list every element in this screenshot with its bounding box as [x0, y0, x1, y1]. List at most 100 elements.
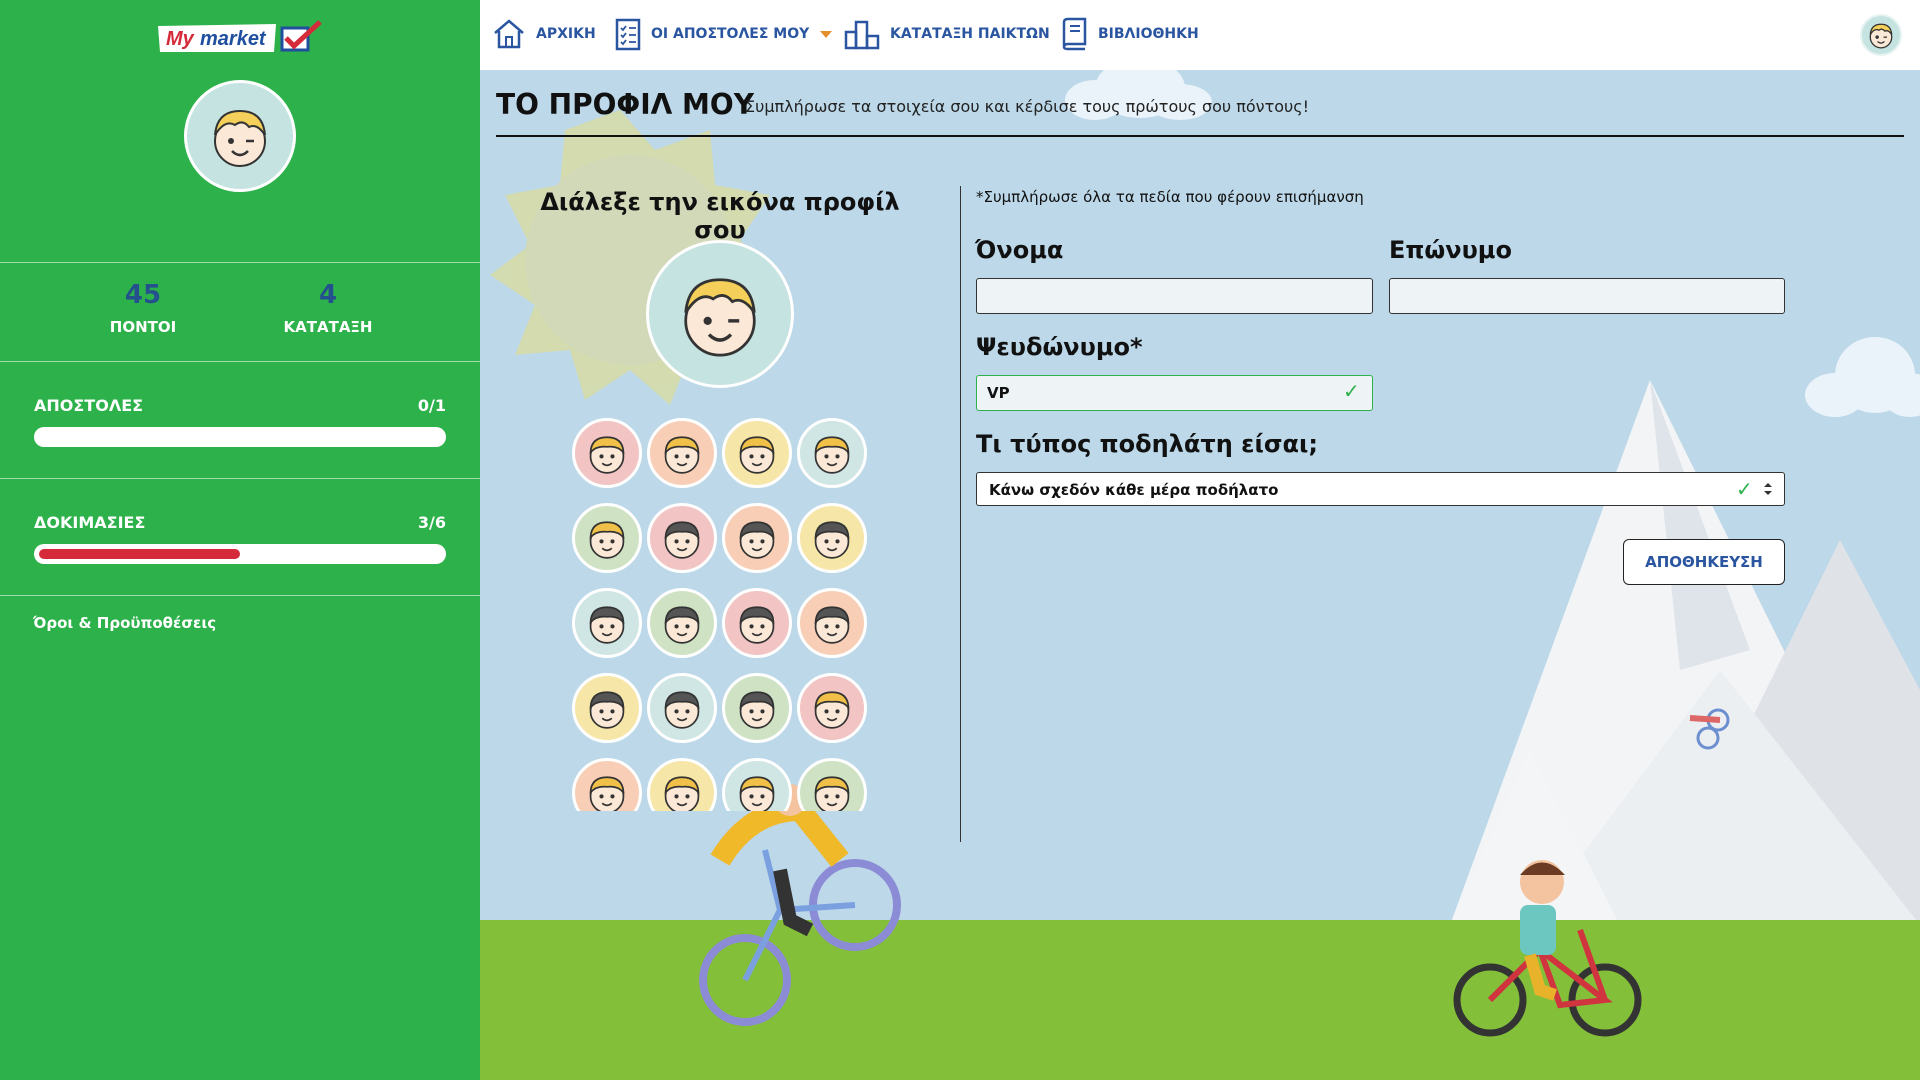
nav-library[interactable]: ΒΙΒΛΙΟΘΗΚΗ: [1060, 14, 1199, 54]
top-navigation: ΑΡΧΙΚΗ ΟΙ ΑΠΟΣΤΟΛΕΣ ΜΟΥ ΚΑΤΑΤΑΞΗ ΠΑΙΚΤΩΝ…: [480, 0, 1920, 70]
avatar-face-icon: [739, 606, 775, 644]
divider: [0, 595, 480, 596]
missions-progress-label: ΑΠΟΣΤΟΛΕΣ: [34, 396, 144, 415]
avatar-face-icon: [664, 776, 700, 811]
avatar-option[interactable]: [572, 418, 642, 488]
terms-link[interactable]: Όροι & Προϋποθέσεις: [33, 614, 216, 632]
avatar-option[interactable]: [647, 418, 717, 488]
divider: [0, 361, 480, 362]
title-divider: [496, 135, 1904, 137]
caret-down-icon: [820, 31, 833, 38]
avatar-face-icon: [739, 691, 775, 729]
avatar-option[interactable]: [572, 758, 642, 811]
book-icon: [1062, 17, 1087, 51]
home-icon: [494, 19, 524, 49]
missions-progress-bar: [34, 427, 446, 447]
avatar-face-icon: [814, 436, 850, 474]
avatar-option[interactable]: [722, 758, 792, 811]
avatar-option[interactable]: [797, 503, 867, 573]
avatar-option[interactable]: [722, 503, 792, 573]
svg-text:My: My: [166, 28, 195, 50]
selected-avatar: [646, 240, 794, 388]
nav-home-label: ΑΡΧΙΚΗ: [536, 26, 596, 42]
tests-progress-value: 3/6: [417, 513, 446, 532]
avatar-face-icon: [814, 521, 850, 559]
last-name-label: Επώνυμο: [1389, 236, 1512, 264]
cyclist-type-selected-value: Κάνω σχεδόν κάθε μέρα ποδήλατο: [989, 481, 1279, 499]
points-stat: 45 ΠΟΝΤΟΙ: [43, 280, 243, 336]
avatar-option[interactable]: [797, 758, 867, 811]
avatar-option[interactable]: [572, 588, 642, 658]
avatar-face-icon: [589, 521, 625, 559]
avatar-face-icon: [664, 691, 700, 729]
avatar-option[interactable]: [797, 673, 867, 743]
nav-library-label: ΒΙΒΛΙΟΘΗΚΗ: [1098, 26, 1199, 42]
rank-label: ΚΑΤΑΤΑΞΗ: [283, 318, 373, 336]
required-fields-note: *Συμπλήρωσε όλα τα πεδία που φέρουν επισ…: [976, 188, 1364, 206]
avatar-face-icon: [664, 521, 700, 559]
avatar-option[interactable]: [647, 758, 717, 811]
nav-missions[interactable]: ΟΙ ΑΠΟΣΤΟΛΕΣ ΜΟΥ: [615, 14, 833, 54]
avatar-option[interactable]: [572, 503, 642, 573]
avatar-face-icon: [589, 776, 625, 811]
avatar-grid: [572, 418, 872, 811]
avatar-option[interactable]: [647, 588, 717, 658]
first-name-input[interactable]: [976, 278, 1373, 314]
nickname-input[interactable]: [976, 375, 1373, 411]
user-avatar-button[interactable]: [1860, 14, 1902, 56]
avatar-face-icon: [814, 776, 850, 811]
sidebar: My market 45 ΠΟΝΤΟΙ 4 ΚΑΤΑΤΑΞΗ ΑΠΟΣΤΟΛΕΣ…: [0, 0, 480, 1080]
rank-stat: 4 ΚΑΤΑΤΑΞΗ: [228, 280, 428, 336]
svg-text:market: market: [200, 28, 267, 50]
mymarket-logo[interactable]: My market: [156, 18, 326, 56]
cyclist-type-label: Τι τύπος ποδηλάτη είσαι;: [976, 430, 1318, 458]
column-divider: [960, 186, 961, 842]
avatar-option[interactable]: [647, 503, 717, 573]
avatar-option[interactable]: [722, 673, 792, 743]
save-button[interactable]: ΑΠΟΘΗΚΕΥΣΗ: [1623, 539, 1785, 585]
avatar-face-icon: [814, 606, 850, 644]
avatar-face-icon: [589, 436, 625, 474]
missions-progress-value: 0/1: [417, 396, 446, 415]
avatar-option[interactable]: [797, 588, 867, 658]
tests-progress-fill: [39, 549, 240, 559]
podium-icon: [844, 20, 880, 50]
valid-check-icon: ✓: [1736, 477, 1753, 501]
nav-ranking-label: ΚΑΤΑΤΑΞΗ ΠΑΙΚΤΩΝ: [890, 26, 1050, 42]
nickname-label: Ψευδώνυμο*: [976, 333, 1143, 361]
cyclist-type-select[interactable]: Κάνω σχεδόν κάθε μέρα ποδήλατο: [976, 472, 1785, 506]
avatar-face-icon: [814, 691, 850, 729]
avatar-option[interactable]: [572, 673, 642, 743]
nav-missions-label: ΟΙ ΑΠΟΣΤΟΛΕΣ ΜΟΥ: [651, 26, 810, 42]
tests-progress-bar: [34, 544, 446, 564]
points-value: 45: [124, 280, 162, 310]
tests-progress-label: ΔΟΚΙΜΑΣΙΕΣ: [34, 513, 146, 532]
profile-avatar: [184, 80, 296, 192]
page-subtitle: Συμπλήρωσε τα στοιχεία σου και κέρδισε τ…: [745, 97, 1310, 116]
avatar-picker-title: Διάλεξε την εικόνα προφίλ σου: [540, 188, 900, 244]
avatar-face-icon: [664, 436, 700, 474]
points-label: ΠΟΝΤΟΙ: [109, 318, 177, 336]
checklist-icon: [615, 18, 641, 51]
first-name-label: Όνομα: [975, 236, 1064, 264]
last-name-input[interactable]: [1389, 278, 1785, 314]
avatar-option[interactable]: [797, 418, 867, 488]
avatar-face-icon: [1869, 23, 1893, 49]
valid-check-icon: ✓: [1343, 379, 1360, 403]
avatar-face-icon: [739, 776, 775, 811]
avatar-option[interactable]: [647, 673, 717, 743]
nav-home[interactable]: ΑΡΧΙΚΗ: [492, 14, 596, 54]
rank-value: 4: [318, 280, 338, 310]
tests-progress: ΔΟΚΙΜΑΣΙΕΣ 3/6: [34, 513, 446, 564]
avatar-face-icon: [589, 606, 625, 644]
avatar-option[interactable]: [722, 588, 792, 658]
avatar-face-icon: [739, 521, 775, 559]
page-title: ΤΟ ΠΡΟΦΙΛ ΜΟΥ: [496, 88, 754, 121]
missions-progress: ΑΠΟΣΤΟΛΕΣ 0/1: [34, 396, 446, 447]
nav-ranking[interactable]: ΚΑΤΑΤΑΞΗ ΠΑΙΚΤΩΝ: [844, 14, 1050, 54]
divider: [0, 478, 480, 479]
avatar-option[interactable]: [722, 418, 792, 488]
avatar-face-icon: [739, 436, 775, 474]
avatar-face-icon: [589, 691, 625, 729]
avatar-face-icon: [684, 278, 756, 357]
